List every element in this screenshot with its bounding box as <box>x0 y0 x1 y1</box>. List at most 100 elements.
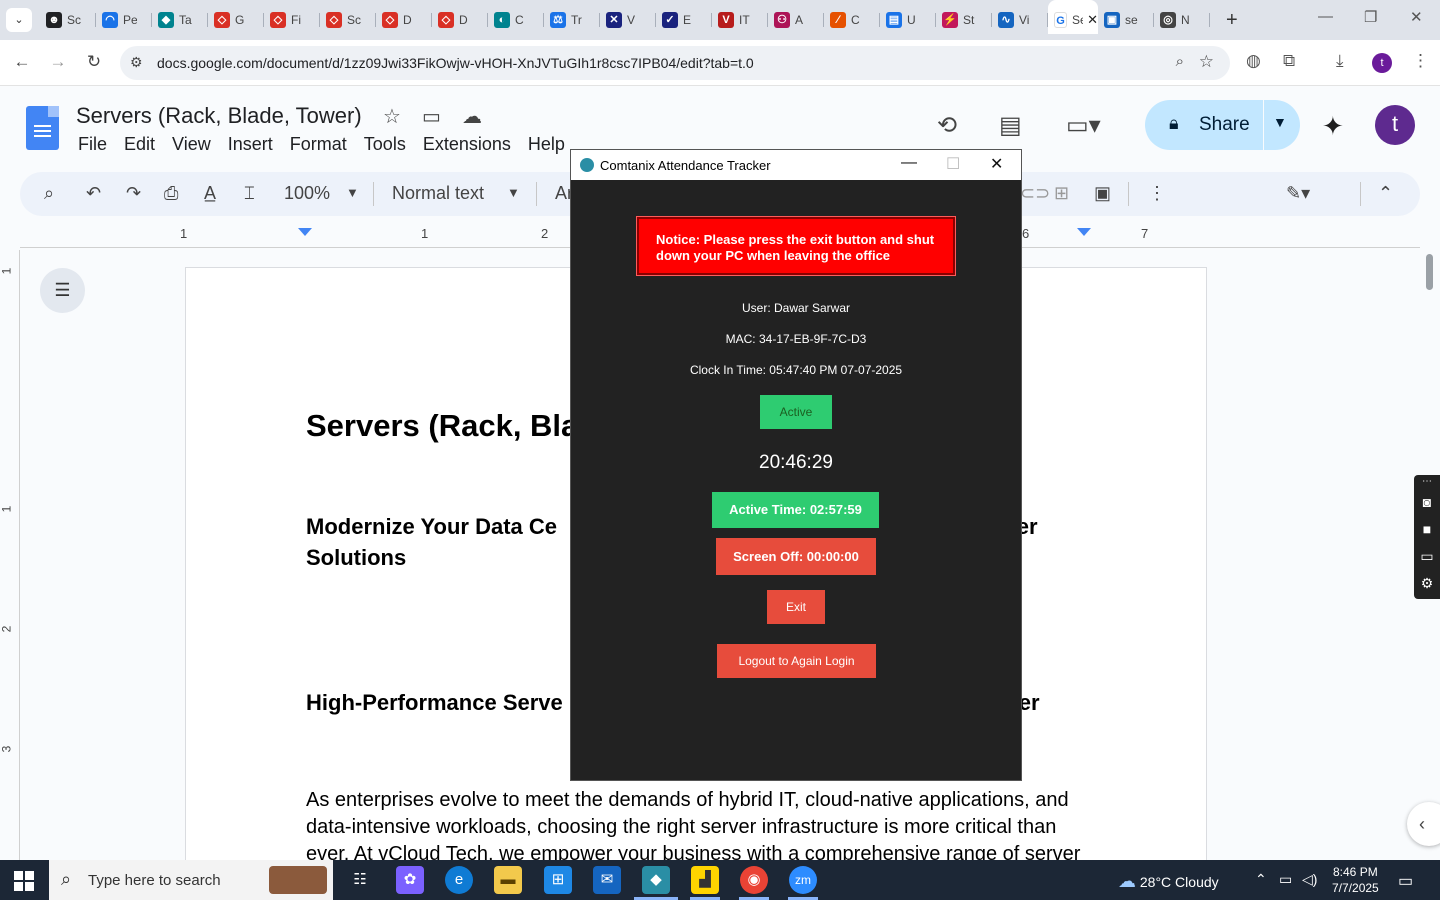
close-tab-icon[interactable]: ✕ <box>1087 12 1098 28</box>
minimize-icon[interactable]: — <box>1318 8 1333 25</box>
edge-icon[interactable]: e <box>445 866 473 894</box>
browser-tab[interactable]: V IT <box>712 6 768 34</box>
screen-icon[interactable]: ▭ <box>1414 543 1440 570</box>
url-text[interactable]: docs.google.com/document/d/1zz09Jwi33Fik… <box>157 55 754 71</box>
browser-tab[interactable]: ◎ N <box>1154 6 1210 34</box>
editing-mode-icon[interactable]: ✎▾ <box>1286 183 1310 204</box>
browser-tab[interactable]: ◐ C <box>488 6 544 34</box>
browser-tab[interactable]: ⚡ St <box>936 6 992 34</box>
address-bar[interactable]: ⚙ docs.google.com/document/d/1zz09Jwi33F… <box>120 46 1230 80</box>
doc-subheading-1[interactable]: Modernize Your Data Ce <box>306 514 557 540</box>
tracker-close-icon[interactable]: ✕ <box>990 154 1003 174</box>
scrollbar-thumb[interactable] <box>1426 254 1433 290</box>
browser-tab[interactable]: ☻ Sc <box>40 6 96 34</box>
browser-tab[interactable]: ◇ D <box>432 6 488 34</box>
reload-icon[interactable]: ↻ <box>83 52 105 72</box>
download-icon[interactable]: ⤓ <box>1336 51 1344 71</box>
spellcheck-icon[interactable]: A̲ <box>204 183 216 204</box>
browser-profile-avatar[interactable]: t <box>1372 53 1392 73</box>
extensions-icon[interactable]: ⧉ <box>1283 51 1295 71</box>
side-panel-toggle-icon[interactable]: ‹ <box>1407 802 1440 846</box>
menu-view[interactable]: View <box>172 134 211 155</box>
vertical-ruler[interactable]: 1 1 2 3 <box>0 250 20 860</box>
browser-tab[interactable]: ◇ G <box>208 6 264 34</box>
document-title[interactable]: Servers (Rack, Blade, Tower) <box>76 103 362 129</box>
share-dropdown-icon[interactable]: ▼ <box>1273 114 1287 130</box>
copilot-icon[interactable]: ✿ <box>396 866 424 894</box>
close-window-icon[interactable]: ✕ <box>1410 8 1423 26</box>
translate-icon[interactable]: ◍ <box>1246 51 1261 71</box>
star-icon[interactable]: ☆ <box>383 104 401 129</box>
left-indent-marker[interactable] <box>298 228 312 236</box>
mail-icon[interactable]: ✉ <box>593 866 621 894</box>
video-icon[interactable]: ■ <box>1414 516 1440 543</box>
menu-insert[interactable]: Insert <box>228 134 273 155</box>
browser-tab[interactable]: ◠ Pe <box>96 6 152 34</box>
menu-help[interactable]: Help <box>528 134 565 155</box>
browser-tab[interactable]: ▣ se <box>1098 6 1154 34</box>
account-avatar[interactable]: t <box>1375 105 1415 145</box>
task-view-icon[interactable]: ☷ <box>346 866 374 894</box>
bookmark-star-icon[interactable]: ☆ <box>1199 52 1214 72</box>
print-icon[interactable]: ⎙ <box>164 183 178 204</box>
camera-icon[interactable]: ◙ <box>1414 489 1440 516</box>
version-history-icon[interactable]: ⟲ <box>937 111 957 140</box>
meet-icon[interactable]: ▭▾ <box>1066 111 1101 140</box>
document-outline-button[interactable]: ☰ <box>40 268 85 313</box>
menu-extensions[interactable]: Extensions <box>423 134 511 155</box>
site-info-icon[interactable]: ⚙ <box>130 54 143 71</box>
zoom-dropdown-icon[interactable]: ▼ <box>346 185 359 200</box>
tab-search-button[interactable]: ⌄ <box>6 8 32 32</box>
browser-tab[interactable]: ∕ C <box>824 6 880 34</box>
gemini-icon[interactable]: ✦ <box>1322 111 1344 142</box>
tracker-maximize-icon[interactable]: ☐ <box>946 154 960 174</box>
browser-tab[interactable]: ∿ Vi <box>992 6 1048 34</box>
browser-tab[interactable]: ◆ Ta <box>152 6 208 34</box>
browser-tab[interactable]: ✕ V <box>600 6 656 34</box>
browser-tab[interactable]: ◇ Fi <box>264 6 320 34</box>
chrome-icon[interactable]: ◉ <box>740 866 768 894</box>
more-options-icon[interactable]: ⋮ <box>1148 183 1166 204</box>
browser-tab[interactable]: ⚇ A <box>768 6 824 34</box>
search-menus-icon[interactable]: ⌕ <box>44 183 54 204</box>
attendance-tracker-taskbar-icon[interactable]: ◆ <box>642 866 670 894</box>
doc-subheading-1-line2[interactable]: Solutions <box>306 545 406 571</box>
file-explorer-icon[interactable]: ▬ <box>494 866 522 894</box>
volume-icon[interactable]: ◁) <box>1302 871 1317 888</box>
docs-logo-icon[interactable] <box>26 106 59 150</box>
browser-tab[interactable]: ▤ U <box>880 6 936 34</box>
doc-heading[interactable]: Servers (Rack, Bla <box>306 408 578 444</box>
restore-icon[interactable]: ❐ <box>1364 8 1377 26</box>
undo-icon[interactable]: ↶ <box>86 183 101 204</box>
add-comment-icon[interactable]: ⊞ <box>1054 183 1069 204</box>
browser-tab[interactable]: ◇ D <box>376 6 432 34</box>
browser-tab[interactable]: ⚖ Tr <box>544 6 600 34</box>
link-icon[interactable]: ⊂⊃ <box>1020 183 1050 204</box>
gear-icon[interactable]: ⚙ <box>1414 570 1440 597</box>
menu-format[interactable]: Format <box>290 134 347 155</box>
comments-icon[interactable]: ▤ <box>999 111 1022 140</box>
tray-overflow-icon[interactable]: ⌃ <box>1255 871 1267 888</box>
menu-edit[interactable]: Edit <box>124 134 155 155</box>
paint-format-icon[interactable]: ⌶ <box>244 183 255 204</box>
browser-menu-icon[interactable]: ⋮ <box>1412 51 1429 71</box>
insert-image-icon[interactable]: ▣ <box>1094 183 1111 204</box>
hide-menus-icon[interactable]: ⌃ <box>1378 183 1393 204</box>
new-tab-button[interactable]: + <box>1226 9 1238 32</box>
weather-widget[interactable]: ☁ 28°C Cloudy <box>1118 871 1219 892</box>
browser-tab[interactable]: ◇ Sc <box>320 6 376 34</box>
style-dropdown-icon[interactable]: ▼ <box>507 185 520 200</box>
browser-tab[interactable]: ✓ E <box>656 6 712 34</box>
tracker-titlebar[interactable]: Comtanix Attendance Tracker — ☐ ✕ <box>571 150 1021 180</box>
move-folder-icon[interactable]: ▭ <box>422 104 441 129</box>
exit-button[interactable]: Exit <box>767 590 825 624</box>
network-icon[interactable]: ▭ <box>1279 871 1292 888</box>
store-icon[interactable]: ⊞ <box>544 866 572 894</box>
tracker-minimize-icon[interactable]: — <box>901 154 917 172</box>
settings-dots-icon[interactable]: ⋯ <box>1414 475 1440 489</box>
start-button[interactable] <box>14 871 34 891</box>
browser-tab-active[interactable]: G Se ✕ <box>1048 0 1098 34</box>
taskbar-clock[interactable]: 8:46 PM 7/7/2025 <box>1332 864 1379 896</box>
menu-tools[interactable]: Tools <box>364 134 406 155</box>
zoom-app-icon[interactable]: zm <box>789 866 817 894</box>
